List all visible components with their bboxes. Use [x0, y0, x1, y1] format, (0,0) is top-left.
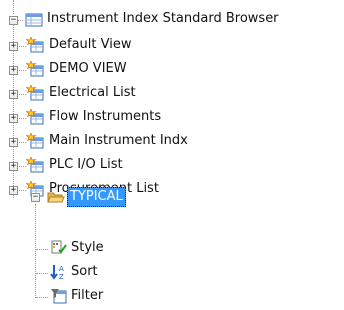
- folder-child-label[interactable]: Style: [69, 239, 106, 257]
- style-icon: [50, 240, 68, 256]
- view-expander[interactable]: +: [9, 114, 18, 123]
- view-expander[interactable]: +: [9, 138, 18, 147]
- view-expander[interactable]: +: [9, 186, 18, 195]
- typical-expander[interactable]: −: [31, 193, 40, 202]
- view-label[interactable]: PLC I/O List: [47, 156, 125, 174]
- typical-folder-label[interactable]: TYPICAL: [67, 187, 126, 207]
- tree-hline-filter: [36, 297, 48, 298]
- tree-hline-style: [36, 249, 48, 250]
- tree-hline-sort: [36, 273, 48, 274]
- tree-line-root: [13, 0, 14, 14]
- view-star-icon: [25, 84, 44, 101]
- folder-child-label[interactable]: Sort: [69, 263, 100, 281]
- view-label[interactable]: DEMO VIEW: [47, 60, 129, 78]
- view-expander[interactable]: +: [9, 90, 18, 99]
- tree-line-level2: [35, 204, 36, 298]
- view-expander[interactable]: +: [9, 162, 18, 171]
- svg-text:A: A: [59, 265, 64, 273]
- view-expander[interactable]: +: [9, 42, 18, 51]
- view-label[interactable]: Default View: [47, 36, 133, 54]
- view-label[interactable]: Electrical List: [47, 84, 138, 102]
- svg-text:Z: Z: [59, 273, 64, 280]
- folder-child-label[interactable]: Filter: [69, 287, 105, 305]
- view-star-icon: [25, 132, 44, 149]
- open-folder-icon: [47, 189, 65, 205]
- sort-icon: A Z: [50, 264, 68, 281]
- view-star-icon: [25, 36, 44, 53]
- browser-tree: − Instrument Index Standard Browser + De…: [0, 0, 344, 310]
- view-star-icon: [25, 156, 44, 173]
- filter-icon: [50, 288, 68, 304]
- view-star-icon: [25, 108, 44, 125]
- root-label[interactable]: Instrument Index Standard Browser: [45, 10, 281, 28]
- root-expander[interactable]: −: [9, 16, 18, 25]
- view-label[interactable]: Main Instrument Indx: [47, 132, 190, 150]
- view-label[interactable]: Flow Instruments: [47, 108, 163, 126]
- view-expander[interactable]: +: [9, 66, 18, 75]
- view-star-icon: [25, 60, 44, 77]
- table-icon: [25, 12, 43, 28]
